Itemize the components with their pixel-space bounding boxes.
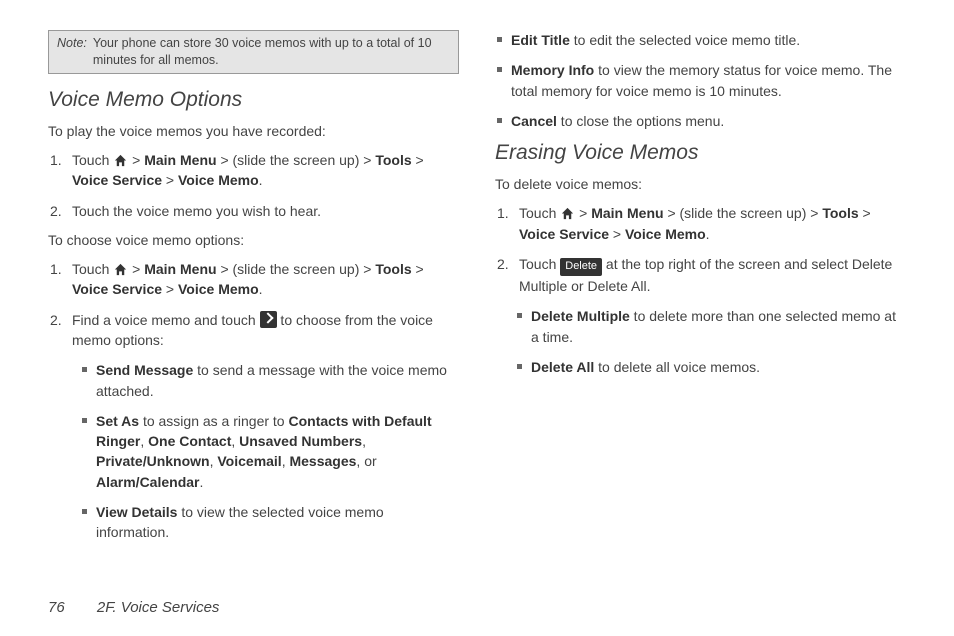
text: . — [259, 172, 263, 188]
label: Delete All — [531, 359, 594, 375]
home-icon — [113, 262, 128, 276]
text: Touch — [72, 261, 113, 277]
voice-memo-label: Voice Memo — [178, 172, 259, 188]
label: One Contact — [148, 433, 231, 449]
text: . — [259, 281, 263, 297]
text: . — [706, 226, 710, 242]
text: > — [575, 205, 591, 221]
text: , — [140, 433, 148, 449]
label: Memory Info — [511, 62, 594, 78]
text: > (slide the screen up) > — [217, 261, 376, 277]
erase-sublist: Delete Multiple to delete more than one … — [519, 306, 906, 377]
delete-button-icon: Delete — [560, 258, 602, 276]
left-column: Note: Your phone can store 30 voice memo… — [48, 30, 459, 553]
home-icon — [560, 206, 575, 220]
text: to delete all voice memos. — [594, 359, 760, 375]
options-sublist: Send Message to send a message with the … — [72, 360, 459, 542]
play-step-2: 2. Touch the voice memo you wish to hear… — [62, 201, 459, 221]
text: > — [609, 226, 625, 242]
erase-steps: 1. Touch > Main Menu > (slide the screen… — [495, 203, 906, 377]
text: > — [412, 261, 424, 277]
text: > — [128, 261, 144, 277]
label: Cancel — [511, 113, 557, 129]
home-icon — [113, 153, 128, 167]
intro-erase: To delete voice memos: — [495, 175, 906, 193]
intro-choose: To choose voice memo options: — [48, 231, 459, 249]
text: to assign as a ringer to — [139, 413, 288, 429]
note-text: Your phone can store 30 voice memos with… — [93, 35, 450, 69]
text: > — [128, 152, 144, 168]
options-step-1: 1. Touch > Main Menu > (slide the screen… — [62, 259, 459, 300]
erase-step-1: 1. Touch > Main Menu > (slide the screen… — [509, 203, 906, 244]
sub-view-details: View Details to view the selected voice … — [90, 502, 459, 543]
text: . — [199, 474, 203, 490]
text: Touch the voice memo you wish to hear. — [72, 203, 321, 219]
text: , — [231, 433, 239, 449]
options-steps: 1. Touch > Main Menu > (slide the screen… — [48, 259, 459, 543]
text: > — [162, 172, 178, 188]
sub-edit-title: Edit Title to edit the selected voice me… — [505, 30, 906, 50]
sub-delete-all: Delete All to delete all voice memos. — [525, 357, 906, 377]
voice-memo-label: Voice Memo — [178, 281, 259, 297]
text: > — [412, 152, 424, 168]
page-footer: 76 2F. Voice Services — [48, 599, 219, 616]
text: to edit the selected voice memo title. — [570, 32, 800, 48]
options-step-2: 2. Find a voice memo and touch to choose… — [62, 310, 459, 543]
text: > — [859, 205, 871, 221]
sub-cancel: Cancel to close the options menu. — [505, 111, 906, 131]
label: View Details — [96, 504, 177, 520]
text: > (slide the screen up) > — [217, 152, 376, 168]
heading-voice-memo-options: Voice Memo Options — [48, 88, 459, 112]
voice-service-label: Voice Service — [72, 172, 162, 188]
tools-label: Tools — [375, 261, 411, 277]
note-box: Note: Your phone can store 30 voice memo… — [48, 30, 459, 74]
label: Alarm/Calendar — [96, 474, 199, 490]
tools-label: Tools — [822, 205, 858, 221]
voice-service-label: Voice Service — [519, 226, 609, 242]
note-label: Note: — [57, 35, 93, 69]
label: Private/Unknown — [96, 453, 210, 469]
label: Edit Title — [511, 32, 570, 48]
label: Send Message — [96, 362, 193, 378]
heading-erasing-voice-memos: Erasing Voice Memos — [495, 141, 906, 165]
text: Touch — [72, 152, 113, 168]
options-sublist-continued: Edit Title to edit the selected voice me… — [495, 30, 906, 131]
text: , — [362, 433, 366, 449]
sub-memory-info: Memory Info to view the memory status fo… — [505, 60, 906, 101]
play-step-1: 1. Touch > Main Menu > (slide the screen… — [62, 150, 459, 191]
right-column: Edit Title to edit the selected voice me… — [495, 30, 906, 553]
label: Set As — [96, 413, 139, 429]
main-menu-label: Main Menu — [144, 152, 216, 168]
page-number: 76 — [48, 599, 65, 616]
play-steps: 1. Touch > Main Menu > (slide the screen… — [48, 150, 459, 221]
text: to close the options menu. — [557, 113, 724, 129]
text: Find a voice memo and touch — [72, 312, 260, 328]
section-title: 2F. Voice Services — [97, 599, 220, 616]
erase-step-2: 2. Touch Delete at the top right of the … — [509, 254, 906, 377]
text: > (slide the screen up) > — [664, 205, 823, 221]
text: > — [162, 281, 178, 297]
arrow-right-icon — [260, 311, 277, 328]
page-content: Note: Your phone can store 30 voice memo… — [0, 0, 954, 573]
sub-set-as: Set As to assign as a ringer to Contacts… — [90, 411, 459, 492]
label: Unsaved Numbers — [239, 433, 362, 449]
main-menu-label: Main Menu — [591, 205, 663, 221]
label: Messages — [289, 453, 356, 469]
label: Delete Multiple — [531, 308, 630, 324]
text: Touch — [519, 256, 560, 272]
voice-memo-label: Voice Memo — [625, 226, 706, 242]
text: , or — [356, 453, 376, 469]
tools-label: Tools — [375, 152, 411, 168]
main-menu-label: Main Menu — [144, 261, 216, 277]
sub-delete-multiple: Delete Multiple to delete more than one … — [525, 306, 906, 347]
intro-play: To play the voice memos you have recorde… — [48, 122, 459, 140]
label: Voicemail — [217, 453, 281, 469]
voice-service-label: Voice Service — [72, 281, 162, 297]
sub-send-message: Send Message to send a message with the … — [90, 360, 459, 401]
text: Touch — [519, 205, 560, 221]
